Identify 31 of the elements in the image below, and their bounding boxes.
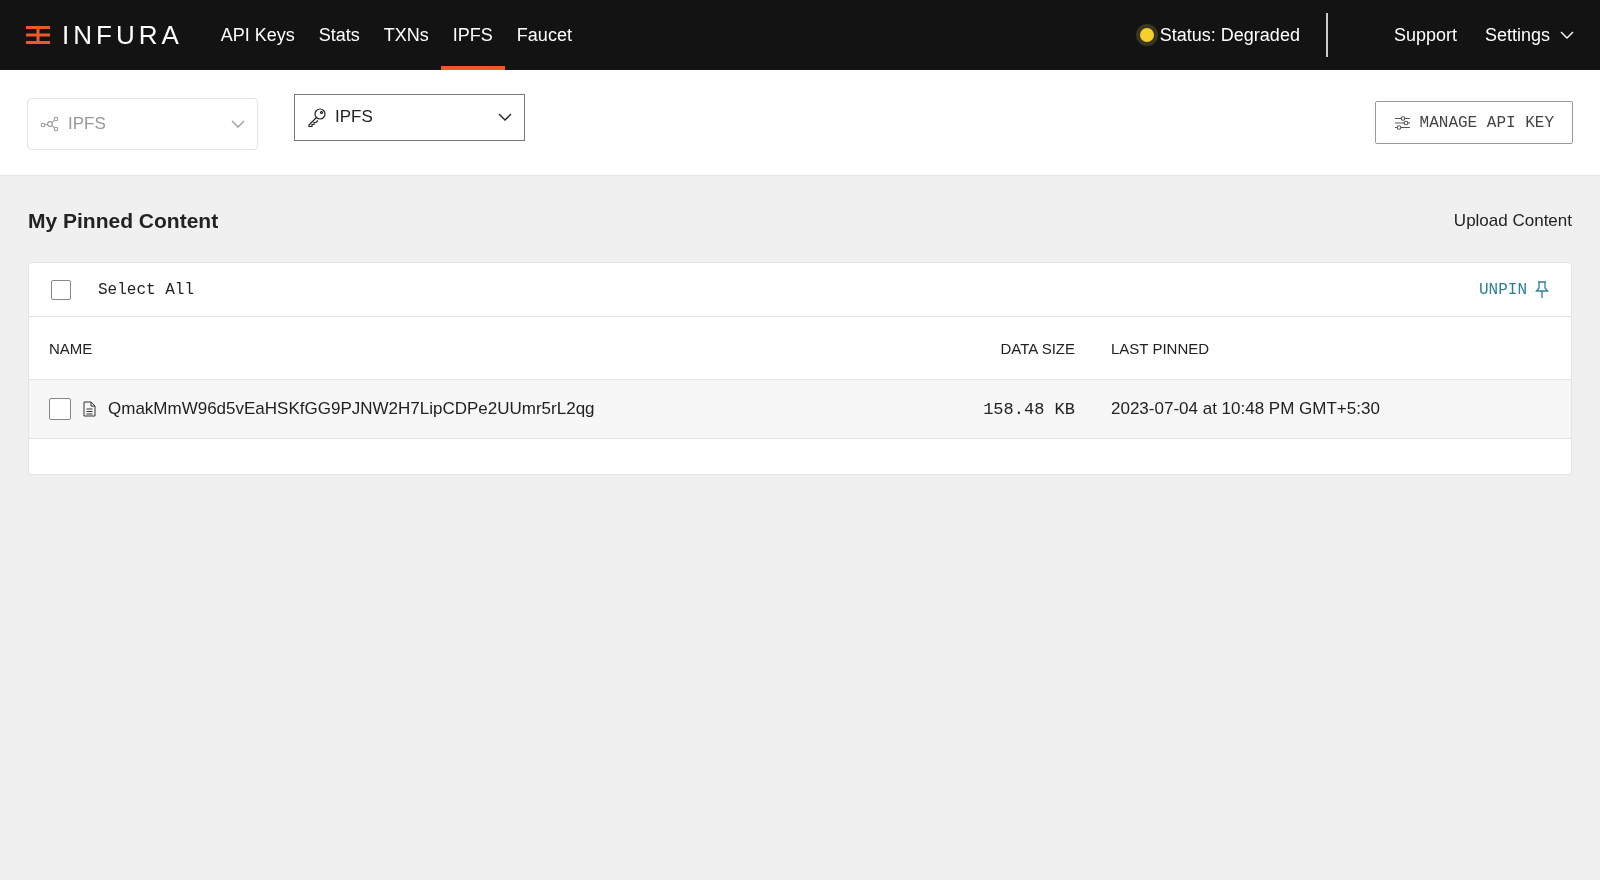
network-nodes-icon bbox=[40, 115, 60, 132]
chevron-down-icon bbox=[498, 113, 512, 121]
last-pinned-cell-text: 2023-07-04 at 10:48 PM GMT+5:30 bbox=[1110, 399, 1381, 419]
dropdown[interactable]: IPFS bbox=[294, 93, 525, 141]
nav-tab[interactable]: Faucet bbox=[504, 0, 584, 70]
nav-tab[interactable]: TXNs bbox=[371, 0, 441, 70]
data-size-cell-text: 158.48 KB bbox=[982, 399, 1075, 419]
nav-tab[interactable]: API Keys bbox=[208, 0, 307, 70]
content-hash[interactable]: QmakMmW96d5vEaHSKfGG9PJNW2H7LipCDPe2UUmr5rL2qg bbox=[108, 399, 595, 419]
logo-icon bbox=[26, 25, 50, 45]
row-checkbox[interactable] bbox=[49, 398, 71, 420]
settings-menu[interactable]: Settings bbox=[1484, 24, 1574, 46]
manage-api-key-button[interactable]: MANAGE API KEY bbox=[1374, 101, 1573, 144]
section-title: My Pinned Content bbox=[28, 209, 219, 233]
document-icon bbox=[83, 401, 96, 417]
chevron-down-icon bbox=[1560, 31, 1574, 39]
pin-icon bbox=[1535, 280, 1549, 299]
select-all-label: Select All bbox=[98, 280, 194, 299]
support-link[interactable]: Support bbox=[1393, 24, 1457, 46]
logo-wordmark[interactable]: INFURA bbox=[62, 19, 183, 51]
upload-content-link[interactable]: Upload Content bbox=[1453, 211, 1572, 231]
status-label: Status: Degraded bbox=[1159, 24, 1300, 46]
select-all-checkbox[interactable] bbox=[51, 279, 71, 300]
column-header: NAME bbox=[49, 339, 94, 357]
unpin-button[interactable]: UNPIN bbox=[1479, 280, 1549, 299]
column-header: DATA SIZE bbox=[999, 339, 1075, 357]
nav-tab[interactable]: Stats bbox=[306, 0, 372, 70]
key-icon bbox=[307, 107, 327, 127]
sliders-icon bbox=[1393, 115, 1410, 130]
column-header: LAST PINNED bbox=[1110, 339, 1211, 357]
chevron-down-icon bbox=[231, 119, 245, 128]
